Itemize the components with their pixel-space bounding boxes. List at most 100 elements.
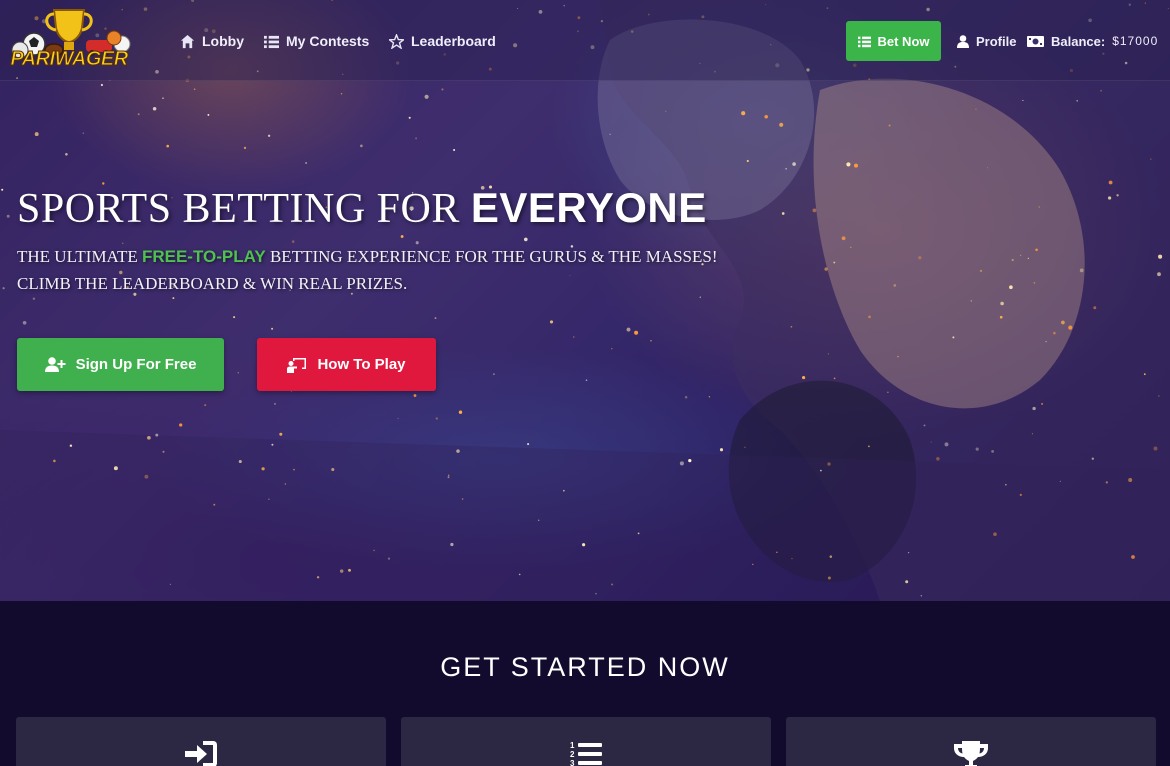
spark xyxy=(461,498,464,500)
spark xyxy=(991,449,995,453)
spark xyxy=(893,284,897,287)
money-bill-icon xyxy=(1027,35,1044,47)
spark xyxy=(348,568,351,572)
chalkboard-teacher-icon xyxy=(287,357,307,373)
spark xyxy=(415,137,418,140)
spark xyxy=(684,395,688,399)
spark xyxy=(523,237,528,242)
list-icon xyxy=(857,36,871,47)
get-started-card-signin[interactable] xyxy=(16,717,386,766)
how-to-play-button[interactable]: How To Play xyxy=(257,338,436,391)
spark xyxy=(1100,89,1103,92)
spark xyxy=(207,113,210,116)
nav-profile[interactable]: Profile xyxy=(957,32,1016,50)
spark xyxy=(243,146,247,150)
hero-subline-suffix: BETTING EXPERIENCE FOR THE GURUS & THE M… xyxy=(265,247,718,266)
spark xyxy=(331,467,335,472)
spark xyxy=(162,450,165,453)
spark xyxy=(582,543,586,547)
spark xyxy=(820,469,822,472)
hero-subline-prefix: THE ULTIMATE xyxy=(17,247,142,266)
nav-my-contests[interactable]: My Contests xyxy=(264,31,369,51)
spark xyxy=(905,580,909,584)
spark xyxy=(413,394,417,397)
spark xyxy=(827,353,830,355)
spark xyxy=(397,417,399,420)
spark xyxy=(121,242,124,245)
nav-leaderboard[interactable]: Leaderboard xyxy=(389,31,496,51)
spark xyxy=(595,593,597,595)
spark xyxy=(952,336,955,339)
spark xyxy=(233,316,236,319)
spark xyxy=(679,461,684,466)
how-to-play-label: How To Play xyxy=(317,356,406,373)
spark xyxy=(271,443,274,446)
spark xyxy=(1131,555,1135,559)
spark xyxy=(100,83,103,87)
spark xyxy=(1108,180,1113,185)
spark xyxy=(970,300,973,302)
hero-headline-bold: EVERYONE xyxy=(470,184,707,231)
pariwager-logo[interactable]: PARIWAGER xyxy=(6,6,132,76)
spark xyxy=(360,144,363,148)
spark xyxy=(1000,301,1004,306)
spark xyxy=(930,441,932,443)
spark xyxy=(538,519,540,521)
spark xyxy=(1032,406,1036,411)
spark xyxy=(1045,340,1047,343)
spark xyxy=(849,246,852,249)
spark xyxy=(373,549,375,552)
spark xyxy=(237,372,239,374)
spark xyxy=(1035,248,1038,252)
spark xyxy=(785,168,787,170)
spark xyxy=(791,557,793,560)
spark xyxy=(887,391,889,394)
sign-up-label: Sign Up For Free xyxy=(75,356,197,373)
svg-text:2: 2 xyxy=(570,750,575,759)
spark xyxy=(261,467,265,471)
get-started-card-steps[interactable]: 1 2 3 xyxy=(401,717,771,766)
spark xyxy=(69,444,73,447)
spark xyxy=(1011,258,1014,262)
balance-display: Balance: $17000 xyxy=(1027,32,1158,50)
get-started-card-prizes[interactable] xyxy=(786,717,1156,766)
spark xyxy=(447,474,450,477)
spark xyxy=(833,377,836,380)
spark xyxy=(1061,320,1065,325)
spark xyxy=(779,122,784,127)
spark xyxy=(34,132,39,137)
spark xyxy=(453,149,456,151)
spark xyxy=(274,403,276,405)
bet-now-button[interactable]: Bet Now xyxy=(846,21,941,61)
spark xyxy=(458,410,463,414)
spark xyxy=(1157,272,1161,277)
spark xyxy=(975,108,977,110)
spark xyxy=(744,446,746,449)
spark xyxy=(450,542,454,547)
home-icon xyxy=(180,34,195,48)
spark xyxy=(792,162,796,166)
spark xyxy=(897,355,899,358)
spark xyxy=(1005,484,1007,486)
spark xyxy=(339,569,344,573)
sign-up-button[interactable]: Sign Up For Free xyxy=(17,338,224,391)
spark xyxy=(1038,206,1041,208)
spark xyxy=(829,555,833,558)
spark xyxy=(1091,457,1094,460)
spark xyxy=(611,347,613,350)
spark xyxy=(340,93,343,95)
bet-now-label: Bet Now xyxy=(877,33,930,49)
hero-headline: SPORTS BETTING FOR EVERYONE xyxy=(17,184,707,233)
nav-lobby[interactable]: Lobby xyxy=(180,31,244,51)
spark xyxy=(699,296,701,298)
spark xyxy=(268,498,270,500)
spark xyxy=(1068,325,1073,330)
spark xyxy=(172,297,175,300)
spark xyxy=(238,459,242,464)
spark xyxy=(1128,478,1133,482)
nav-my-contests-label: My Contests xyxy=(286,33,370,49)
spark xyxy=(155,433,159,437)
spark xyxy=(2,287,5,290)
spark xyxy=(781,212,785,215)
hero-subline-1: THE ULTIMATE FREE-TO-PLAY BETTING EXPERI… xyxy=(17,247,718,267)
